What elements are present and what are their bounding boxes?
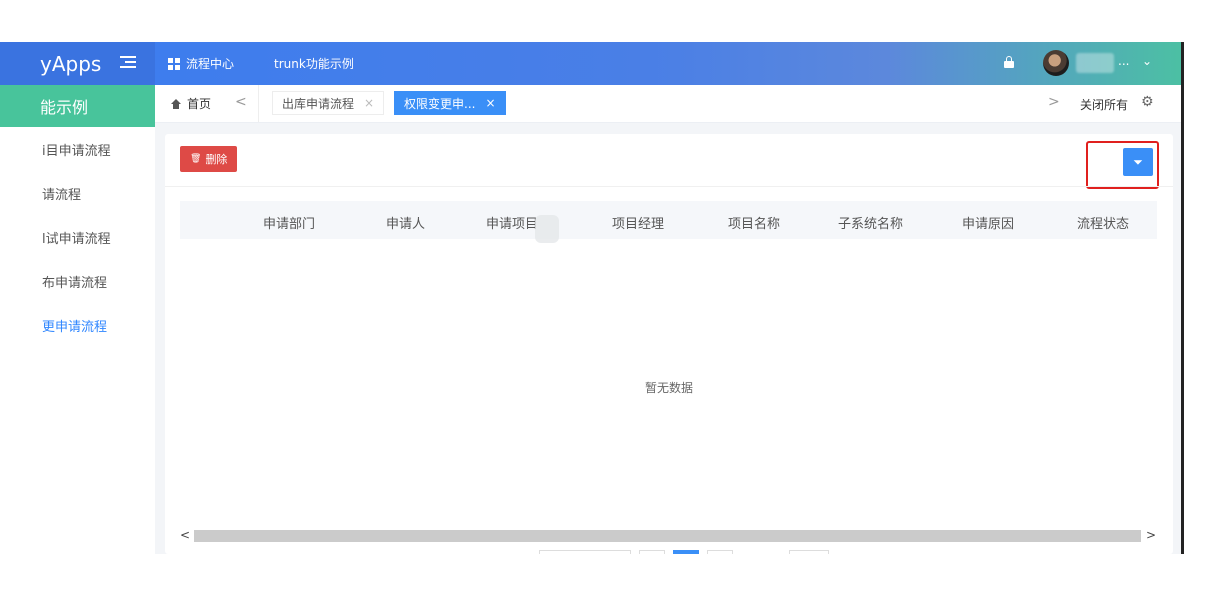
- tab-label: 出库申请流程: [282, 96, 355, 111]
- delete-button[interactable]: 🗑 删除: [180, 146, 238, 172]
- nav-item-process-center[interactable]: 流程中心: [168, 55, 234, 72]
- prev-page-button[interactable]: [639, 550, 665, 554]
- column-header[interactable]: 项目名称: [728, 213, 780, 232]
- scroll-left-icon[interactable]: <: [180, 528, 190, 542]
- avatar[interactable]: [1043, 50, 1069, 76]
- content-card: 🗑 删除 ⏷ 申请部门 申请人 申请项目 项目经理 项目名称 子系统名称 申请原…: [165, 134, 1173, 554]
- page-size-select[interactable]: [539, 550, 631, 554]
- delete-label: 删除: [205, 153, 228, 166]
- chevron-down-icon[interactable]: ⌄: [1142, 54, 1152, 68]
- lock-icon[interactable]: [1004, 56, 1014, 68]
- column-header[interactable]: 申请部门: [263, 213, 315, 232]
- tab-home[interactable]: 首页: [171, 95, 211, 112]
- tab-home-label: 首页: [187, 97, 212, 111]
- user-name-suffix[interactable]: ...: [1118, 54, 1129, 68]
- highlight-box: [1086, 141, 1159, 189]
- menu-toggle-icon[interactable]: [120, 56, 136, 70]
- brand-name: yApps: [40, 51, 102, 76]
- tab-label: 权限变更申...: [404, 96, 476, 111]
- nav-item-label: trunk功能示例: [274, 57, 354, 71]
- scrollbar-thumb[interactable]: [194, 530, 1141, 542]
- trash-icon: 🗑: [190, 154, 202, 164]
- sidebar-item[interactable]: 布申请流程: [0, 259, 155, 303]
- table-header: 申请部门 申请人 申请项目 项目经理 项目名称 子系统名称 申请原因 流程状态: [180, 201, 1157, 243]
- gear-icon[interactable]: ⚙: [1141, 94, 1154, 110]
- column-header[interactable]: 子系统名称: [838, 213, 903, 232]
- sidebar-item[interactable]: l试申请流程: [0, 215, 155, 259]
- top-nav: 流程中心 trunk功能示例: [168, 42, 354, 85]
- nav-item-label: 流程中心: [186, 57, 235, 71]
- sidebar: 能示例 i目申请流程 请流程 l试申请流程 布申请流程 更申请流程: [0, 85, 155, 554]
- sidebar-title[interactable]: 能示例: [0, 85, 155, 127]
- cursor-overlay: [535, 215, 559, 243]
- tab-bar: 首页 < 出库申请流程 × 权限变更申... × > 关闭所有 ⚙: [155, 85, 1183, 123]
- sidebar-item-active[interactable]: 更申请流程: [0, 303, 155, 347]
- tab-scroll-right-icon[interactable]: >: [1048, 94, 1060, 110]
- sidebar-list: i目申请流程 请流程 l试申请流程 布申请流程 更申请流程: [0, 127, 155, 347]
- tab-permission-change[interactable]: 权限变更申... ×: [394, 91, 506, 115]
- tab-scroll-left-icon[interactable]: <: [235, 94, 247, 110]
- close-icon[interactable]: ×: [485, 96, 495, 110]
- close-all-tabs-button[interactable]: 关闭所有: [1080, 96, 1128, 113]
- pagination: [539, 550, 829, 554]
- column-header[interactable]: 申请项目: [486, 213, 538, 232]
- user-name-redacted: [1076, 53, 1114, 73]
- scroll-right-icon[interactable]: >: [1146, 528, 1156, 542]
- toolbar-divider: [165, 186, 1173, 187]
- tab-divider: [258, 85, 259, 122]
- window-border: [1181, 42, 1184, 554]
- current-page-button[interactable]: [673, 550, 699, 554]
- horizontal-scrollbar[interactable]: < >: [180, 528, 1165, 544]
- close-icon[interactable]: ×: [364, 96, 374, 110]
- page-jump-input[interactable]: [789, 550, 829, 554]
- home-icon: [171, 98, 181, 109]
- tab-outbound-request[interactable]: 出库申请流程 ×: [272, 91, 385, 115]
- nav-item-trunk-demo[interactable]: trunk功能示例: [274, 55, 354, 72]
- column-header[interactable]: 流程状态: [1077, 213, 1129, 232]
- sidebar-item[interactable]: 请流程: [0, 171, 155, 215]
- column-header[interactable]: 项目经理: [612, 213, 664, 232]
- next-page-button[interactable]: [707, 550, 733, 554]
- empty-state-text: 暂无数据: [644, 381, 693, 395]
- sidebar-item[interactable]: i目申请流程: [0, 127, 155, 171]
- column-header[interactable]: 申请人: [386, 213, 425, 232]
- column-header[interactable]: 申请原因: [962, 213, 1014, 232]
- grid-icon: [168, 57, 180, 70]
- top-bar: yApps 流程中心 trunk功能示例 ... ⌄: [0, 42, 1183, 85]
- app-window: yApps 流程中心 trunk功能示例 ... ⌄ 能示例 i目申请流程 请流…: [0, 42, 1183, 554]
